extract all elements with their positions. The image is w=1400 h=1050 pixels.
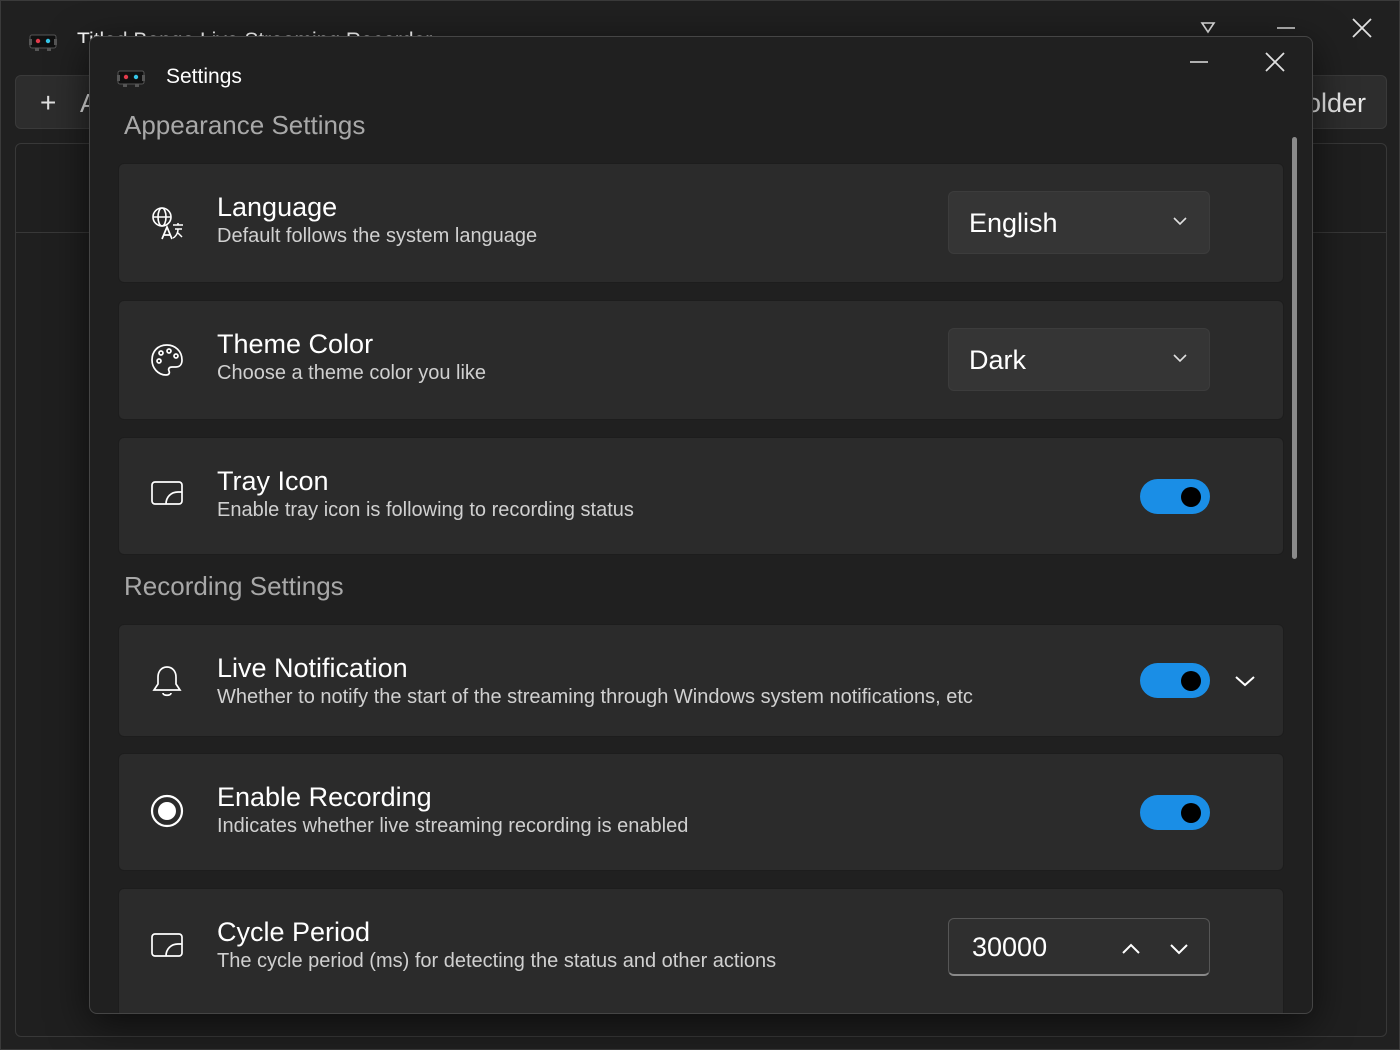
section-header-appearance: Appearance Settings — [124, 110, 366, 140]
chevron-up-icon[interactable] — [1119, 937, 1143, 961]
app-logo-icon — [117, 70, 145, 87]
bell-icon — [149, 663, 185, 699]
language-dropdown-value: English — [969, 208, 1058, 238]
language-card: Language Default follows the system lang… — [118, 163, 1284, 283]
minimize-icon — [1190, 61, 1208, 63]
globe-translate-icon — [149, 205, 185, 241]
tray-icon-toggle[interactable] — [1140, 479, 1210, 514]
theme-color-dropdown[interactable]: Dark — [948, 328, 1210, 391]
language-title: Language — [217, 192, 338, 222]
pin-down-icon — [1200, 22, 1216, 34]
theme-color-dropdown-value: Dark — [969, 345, 1027, 375]
cycle-period-card: Cycle Period The cycle period (ms) for d… — [118, 888, 1284, 1013]
enable-recording-title: Enable Recording — [217, 782, 432, 812]
dialog-title: Settings — [166, 65, 242, 88]
section-header-recording: Recording Settings — [124, 571, 344, 601]
chevron-down-icon[interactable] — [1233, 669, 1257, 693]
chevron-down-icon — [1173, 354, 1187, 363]
main-close-button[interactable] — [1342, 13, 1382, 43]
language-dropdown[interactable]: English — [948, 191, 1210, 254]
theme-color-title: Theme Color — [217, 329, 374, 359]
live-notification-card[interactable]: Live Notification Whether to notify the … — [118, 624, 1284, 737]
tray-icon-title: Tray Icon — [217, 466, 329, 496]
tray-frame-icon — [149, 927, 185, 963]
tray-icon-description: Enable tray icon is following to recordi… — [217, 499, 634, 521]
live-notification-toggle[interactable] — [1140, 663, 1210, 698]
chevron-down-icon — [1173, 217, 1187, 226]
toggle-knob — [1181, 803, 1201, 823]
tray-frame-icon — [149, 475, 185, 511]
cycle-period-description: The cycle period (ms) for detecting the … — [217, 950, 777, 972]
dialog-close-button[interactable] — [1252, 47, 1298, 77]
close-icon — [1265, 52, 1285, 72]
language-description: Default follows the system language — [217, 225, 538, 247]
cycle-period-value: 30000 — [972, 932, 1048, 962]
close-icon — [1352, 18, 1372, 38]
open-folder-label: older — [1305, 88, 1366, 118]
cycle-period-number-input[interactable]: 30000 — [948, 918, 1210, 976]
enable-recording-toggle[interactable] — [1140, 795, 1210, 830]
toggle-knob — [1181, 671, 1201, 691]
record-icon — [149, 793, 185, 829]
dialog-minimize-button[interactable] — [1176, 47, 1222, 77]
live-notification-description: Whether to notify the start of the strea… — [217, 686, 973, 708]
cycle-period-title: Cycle Period — [217, 917, 371, 947]
toggle-knob — [1181, 487, 1201, 507]
theme-color-card: Theme Color Choose a theme color you lik… — [118, 300, 1284, 420]
settings-dialog: Settings Appearance Settings Language De… — [89, 36, 1313, 1014]
live-notification-title: Live Notification — [217, 653, 408, 683]
plus-icon: + — [40, 87, 57, 118]
enable-recording-card: Enable Recording Indicates whether live … — [118, 753, 1284, 871]
theme-color-description: Choose a theme color you like — [217, 362, 487, 384]
minimize-icon — [1277, 27, 1295, 29]
dialog-scrollbar[interactable] — [1292, 137, 1297, 559]
app-logo-icon — [29, 34, 57, 51]
tray-icon-card: Tray Icon Enable tray icon is following … — [118, 437, 1284, 555]
palette-icon — [149, 342, 185, 378]
enable-recording-description: Indicates whether live streaming recordi… — [217, 815, 689, 837]
chevron-down-icon[interactable] — [1167, 937, 1191, 961]
